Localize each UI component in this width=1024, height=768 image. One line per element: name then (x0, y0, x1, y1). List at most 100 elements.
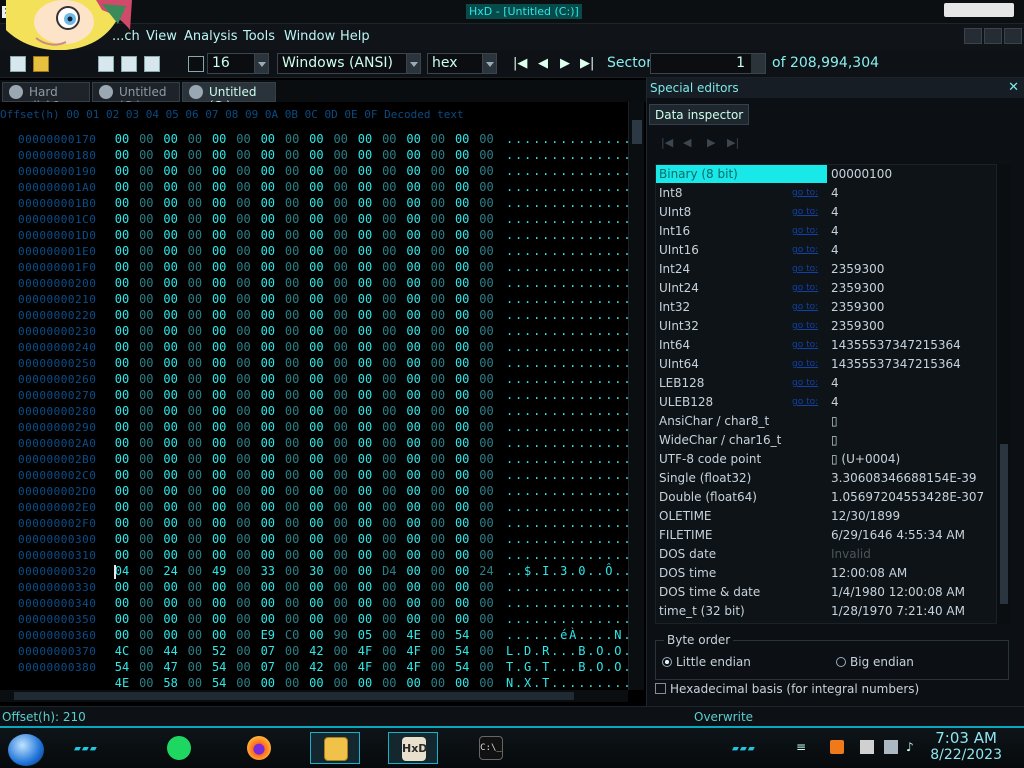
hex-byte[interactable]: 00 (112, 420, 132, 434)
hex-byte[interactable]: 00 (112, 356, 132, 370)
hex-byte[interactable]: 00 (209, 500, 229, 514)
hex-byte[interactable]: 00 (234, 292, 254, 306)
hex-byte[interactable]: 00 (234, 404, 254, 418)
decoded-text[interactable]: ..$.I.3.0..Ô...$ (506, 564, 628, 578)
inspector-row[interactable]: OLETIME 12/30/1899 (656, 507, 996, 526)
hex-byte[interactable]: 00 (258, 532, 278, 546)
hex-byte[interactable]: 00 (452, 260, 472, 274)
hex-byte[interactable]: 00 (258, 164, 278, 178)
hex-byte[interactable]: 00 (282, 548, 302, 562)
hex-byte[interactable]: 00 (331, 564, 351, 578)
hex-byte[interactable]: 00 (185, 628, 205, 642)
inspector-row[interactable]: Int8 go to: 4 (656, 184, 996, 203)
taskbar-app-notes[interactable] (154, 732, 204, 764)
hex-byte[interactable]: 00 (136, 308, 156, 322)
hex-byte[interactable]: 00 (379, 404, 399, 418)
hex-byte[interactable]: 00 (404, 356, 424, 370)
hex-byte[interactable]: 00 (185, 180, 205, 194)
hex-byte[interactable]: 00 (234, 324, 254, 338)
hex-byte[interactable]: 00 (452, 548, 472, 562)
hex-byte[interactable]: 00 (234, 580, 254, 594)
hex-byte[interactable]: 00 (452, 436, 472, 450)
hex-byte[interactable]: 00 (379, 132, 399, 146)
big-endian-radio[interactable]: Big endian (836, 655, 914, 669)
hex-byte[interactable]: 00 (477, 356, 497, 370)
hex-byte[interactable]: 00 (477, 388, 497, 402)
inspector-row[interactable]: Single (float32) 3.30608346688154E-39 (656, 469, 996, 488)
hex-byte[interactable]: 00 (428, 484, 448, 498)
hex-byte[interactable]: 00 (258, 340, 278, 354)
hex-byte[interactable]: 00 (112, 596, 132, 610)
hex-byte[interactable]: 00 (428, 324, 448, 338)
hex-byte[interactable]: 00 (112, 612, 132, 626)
hex-byte[interactable]: 00 (234, 500, 254, 514)
inspector-row[interactable]: AnsiChar / char8_t ▯ (656, 412, 996, 431)
hex-byte[interactable]: 00 (477, 468, 497, 482)
hex-byte[interactable]: 00 (452, 676, 472, 690)
hex-byte[interactable]: 00 (282, 196, 302, 210)
decoded-text[interactable]: ................ (506, 388, 628, 402)
hex-byte[interactable]: 00 (306, 308, 326, 322)
hex-byte[interactable]: 00 (306, 532, 326, 546)
hex-byte[interactable]: 00 (306, 260, 326, 274)
hex-byte[interactable]: 00 (136, 420, 156, 434)
hex-byte[interactable]: 00 (185, 468, 205, 482)
hex-byte[interactable]: 00 (404, 244, 424, 258)
hex-byte[interactable]: 00 (234, 548, 254, 562)
inspector-row[interactable]: DOS time 12:00:08 AM (656, 564, 996, 583)
hex-byte[interactable]: 00 (136, 612, 156, 626)
hex-byte[interactable]: 00 (161, 388, 181, 402)
inspector-row[interactable]: UInt16 go to: 4 (656, 241, 996, 260)
hex-byte[interactable]: 00 (136, 452, 156, 466)
hex-byte[interactable]: 00 (161, 628, 181, 642)
hex-byte[interactable]: 00 (161, 452, 181, 466)
hex-byte[interactable]: 00 (209, 228, 229, 242)
hex-byte[interactable]: 00 (331, 548, 351, 562)
hex-byte[interactable]: 00 (258, 484, 278, 498)
hex-byte[interactable]: 00 (258, 276, 278, 290)
hex-byte[interactable]: 00 (331, 596, 351, 610)
scroll-thumb[interactable] (14, 692, 574, 700)
hex-byte[interactable]: 00 (428, 628, 448, 642)
hex-byte[interactable]: 00 (112, 388, 132, 402)
hex-byte[interactable]: 00 (355, 148, 375, 162)
hex-byte[interactable]: 00 (282, 212, 302, 226)
hex-byte[interactable]: 00 (379, 164, 399, 178)
taskbar-app-hxd[interactable]: HxD (388, 732, 438, 764)
hex-byte[interactable]: 00 (234, 436, 254, 450)
hex-byte[interactable]: 00 (355, 564, 375, 578)
hex-byte[interactable]: 00 (112, 148, 132, 162)
hex-byte[interactable]: 00 (258, 404, 278, 418)
update-icon[interactable] (830, 740, 844, 754)
hex-byte[interactable]: 47 (161, 660, 181, 674)
first-icon[interactable]: |◀ (661, 136, 673, 149)
hex-byte[interactable]: 00 (404, 212, 424, 226)
hex-byte[interactable]: 00 (282, 132, 302, 146)
hex-byte[interactable]: 00 (112, 308, 132, 322)
hex-byte[interactable]: 00 (306, 612, 326, 626)
hex-byte[interactable]: 00 (379, 644, 399, 658)
hex-byte[interactable]: 00 (112, 340, 132, 354)
hex-byte[interactable]: 00 (234, 516, 254, 530)
hex-byte[interactable]: 00 (209, 404, 229, 418)
hex-byte[interactable]: 00 (112, 324, 132, 338)
hex-byte[interactable]: 00 (355, 436, 375, 450)
hex-byte[interactable]: 00 (136, 292, 156, 306)
hex-byte[interactable]: 00 (209, 164, 229, 178)
decoded-text[interactable]: ................ (506, 292, 628, 306)
hex-row[interactable]: 000000002F0 00 00 00 00 00 00 00 00 00 00 00 00 00 00 0… (0, 516, 628, 532)
hex-byte[interactable]: 00 (234, 372, 254, 386)
hex-byte[interactable]: 00 (306, 484, 326, 498)
decoded-text[interactable]: ................ (506, 132, 628, 146)
hex-byte[interactable]: 00 (331, 132, 351, 146)
hex-byte[interactable]: 00 (331, 228, 351, 242)
hex-byte[interactable]: 00 (379, 228, 399, 242)
goto-link[interactable]: go to: (792, 207, 818, 217)
hex-byte[interactable]: 00 (452, 292, 472, 306)
hex-byte[interactable]: 00 (209, 596, 229, 610)
hex-byte[interactable]: 00 (379, 244, 399, 258)
hex-byte[interactable]: 90 (331, 628, 351, 642)
hex-byte[interactable]: 00 (258, 180, 278, 194)
hex-byte[interactable]: 00 (355, 372, 375, 386)
hex-byte[interactable]: 00 (331, 324, 351, 338)
